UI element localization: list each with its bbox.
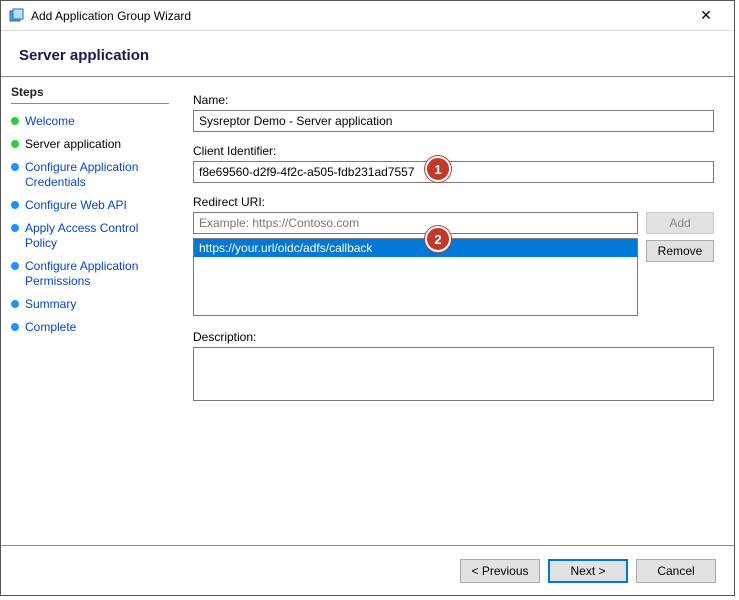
redirect-uri-input[interactable] xyxy=(193,212,638,234)
close-icon: ✕ xyxy=(700,7,712,24)
form-panel: Name: Client Identifier: Redirect URI: h… xyxy=(179,77,734,539)
step-summary[interactable]: Summary xyxy=(11,293,169,316)
step-bullet-icon xyxy=(11,323,19,331)
step-bullet-icon xyxy=(11,117,19,125)
content-area: Steps Welcome Server application Configu… xyxy=(1,77,734,539)
wizard-footer: < Previous Next > Cancel xyxy=(1,545,734,595)
step-configure-web-api[interactable]: Configure Web API xyxy=(11,194,169,217)
step-complete[interactable]: Complete xyxy=(11,316,169,339)
step-bullet-icon xyxy=(11,224,19,232)
step-welcome[interactable]: Welcome xyxy=(11,110,169,133)
step-bullet-icon xyxy=(11,163,19,171)
step-label: Summary xyxy=(25,297,76,312)
step-bullet-icon xyxy=(11,300,19,308)
step-label: Apply Access Control Policy xyxy=(25,221,169,251)
previous-button[interactable]: < Previous xyxy=(460,559,540,583)
wizard-header: Server application xyxy=(1,31,734,76)
page-title: Server application xyxy=(19,47,716,64)
step-configure-permissions[interactable]: Configure Application Permissions xyxy=(11,255,169,293)
step-configure-credentials[interactable]: Configure Application Credentials xyxy=(11,156,169,194)
step-label: Welcome xyxy=(25,114,75,129)
add-button: Add xyxy=(646,212,714,234)
name-label: Name: xyxy=(193,93,714,107)
redirect-uri-list[interactable]: https://your.url/oidc/adfs/callback xyxy=(193,238,638,316)
name-input[interactable] xyxy=(193,110,714,132)
step-bullet-icon xyxy=(11,201,19,209)
description-label: Description: xyxy=(193,330,714,344)
wizard-icon xyxy=(9,8,25,24)
step-label: Configure Web API xyxy=(25,198,127,213)
wizard-window: Add Application Group Wizard ✕ Server ap… xyxy=(0,0,735,596)
step-bullet-icon xyxy=(11,262,19,270)
steps-sidebar: Steps Welcome Server application Configu… xyxy=(1,77,179,539)
step-server-application[interactable]: Server application xyxy=(11,133,169,156)
window-title: Add Application Group Wizard xyxy=(31,9,686,23)
redirect-uri-label: Redirect URI: xyxy=(193,195,714,209)
description-input[interactable] xyxy=(193,347,714,401)
step-label: Server application xyxy=(25,137,121,152)
step-label: Configure Application Permissions xyxy=(25,259,169,289)
client-id-input[interactable] xyxy=(193,161,714,183)
close-button[interactable]: ✕ xyxy=(686,2,726,30)
step-access-control-policy[interactable]: Apply Access Control Policy xyxy=(11,217,169,255)
cancel-button[interactable]: Cancel xyxy=(636,559,716,583)
step-label: Configure Application Credentials xyxy=(25,160,169,190)
step-label: Complete xyxy=(25,320,76,335)
client-id-label: Client Identifier: xyxy=(193,144,714,158)
steps-heading: Steps xyxy=(11,85,169,104)
titlebar: Add Application Group Wizard ✕ xyxy=(1,1,734,31)
remove-button[interactable]: Remove xyxy=(646,240,714,262)
next-button[interactable]: Next > xyxy=(548,559,628,583)
redirect-uri-item[interactable]: https://your.url/oidc/adfs/callback xyxy=(194,239,637,257)
step-bullet-icon xyxy=(11,140,19,148)
